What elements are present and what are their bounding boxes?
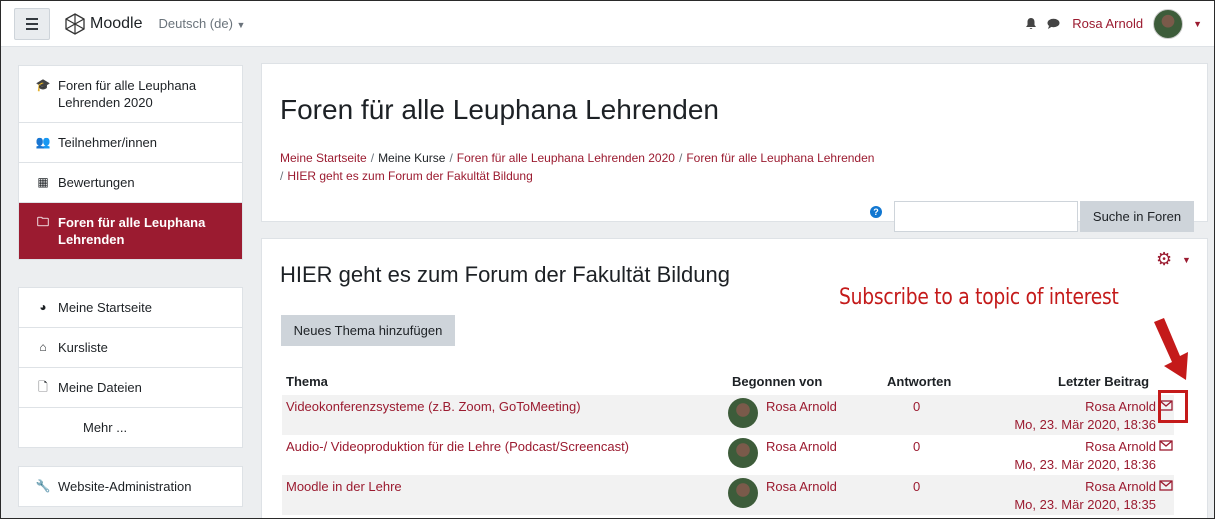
forum-search-input[interactable] — [894, 201, 1078, 232]
author-avatar[interactable] — [728, 438, 758, 468]
chevron-down-icon: ▼ — [236, 20, 246, 30]
sidebar-item-label: Mehr ... — [83, 420, 128, 435]
last-post-date[interactable]: Mo, 23. Mär 2020, 18:36 — [1014, 457, 1156, 472]
sidebar-course-nav: 🎓 Foren für alle Leuphana Lehrenden 2020… — [18, 65, 243, 260]
sidebar-item-participants[interactable]: 👥 Teilnehmer/innen — [19, 123, 242, 163]
sidebar-item-course[interactable]: 🎓 Foren für alle Leuphana Lehrenden 2020 — [19, 66, 242, 123]
moodle-logo[interactable]: Moodle — [64, 12, 143, 35]
sidebar-item-label: Meine Startseite — [58, 300, 152, 315]
sidebar-item-courses[interactable]: ⌂ Kursliste — [19, 328, 242, 368]
site-name: Moodle — [90, 14, 143, 32]
author-link[interactable]: Rosa Arnold — [766, 399, 837, 414]
home-icon: ⌂ — [39, 340, 47, 354]
author-link[interactable]: Rosa Arnold — [766, 439, 837, 454]
annotation-text: Subscribe to a topic of interest — [839, 285, 1119, 310]
sidebar-admin-nav: 🔧 Website-Administration — [18, 466, 243, 507]
dashboard-icon: ◕ — [39, 300, 47, 314]
search-forums-button[interactable]: Suche in Foren — [1080, 201, 1194, 232]
gear-icon[interactable]: ⚙ — [1156, 249, 1172, 270]
annotation-highlight-box — [1158, 390, 1188, 423]
breadcrumb-link[interactable]: Meine Startseite — [280, 151, 367, 165]
breadcrumb-link[interactable]: HIER geht es zum Forum der Fakultät Bild… — [287, 169, 532, 183]
table-row: Moodle in der Lehre Rosa Arnold 0 Rosa A… — [282, 475, 1174, 515]
sidebar-item-label: Teilnehmer/innen — [58, 135, 158, 150]
help-icon[interactable]: ? — [870, 206, 882, 218]
column-header-topic: Thema — [286, 374, 328, 389]
breadcrumb-text: Meine Kurse — [378, 151, 446, 165]
last-post-date[interactable]: Mo, 23. Mär 2020, 18:35 — [1014, 497, 1156, 512]
topic-link[interactable]: Videokonferenzsysteme (z.B. Zoom, GoToMe… — [286, 399, 581, 414]
page-title: Foren für alle Leuphana Lehrenden — [280, 94, 720, 125]
chat-bubble-icon[interactable] — [1047, 18, 1060, 30]
column-header-replies: Antworten — [887, 374, 952, 389]
wrench-icon: 🔧 — [35, 479, 51, 493]
page-header-card: Foren für alle Leuphana Lehrenden Meine … — [261, 63, 1208, 232]
column-header-started-by: Begonnen von — [732, 374, 823, 389]
last-post-date[interactable]: Mo, 23. Mär 2020, 18:36 — [1014, 417, 1156, 432]
author-link[interactable]: Rosa Arnold — [766, 479, 837, 494]
column-header-last-post: Letzter Beitrag — [1058, 374, 1150, 389]
sidebar-item-more[interactable]: Mehr ... — [19, 408, 242, 447]
sidebar-item-label: Foren für alle Leuphana Lehrenden 2020 — [58, 78, 197, 110]
subscribe-envelope-icon[interactable] — [1158, 437, 1174, 453]
user-name[interactable]: Rosa Arnold — [1072, 16, 1143, 31]
subscribe-envelope-icon[interactable] — [1158, 477, 1174, 493]
replies-count[interactable]: 0 — [913, 399, 920, 414]
top-navbar: Moodle Deutsch (de) ▼ Rosa Arnold ▼ — [1, 1, 1214, 47]
folder-icon: 🗀 — [36, 215, 49, 229]
file-icon: 🗋 — [38, 380, 48, 394]
bell-icon[interactable] — [1025, 17, 1037, 30]
last-post-author[interactable]: Rosa Arnold — [1085, 399, 1156, 414]
forum-card: HIER geht es zum Forum der Fakultät Bild… — [261, 238, 1208, 519]
sidebar-item-grades[interactable]: ▦ Bewertungen — [19, 163, 242, 203]
sidebar-item-label: Website-Administration — [58, 479, 192, 494]
graduation-cap-icon: 🎓 — [35, 78, 51, 92]
replies-count[interactable]: 0 — [913, 479, 920, 494]
moodle-logo-icon — [65, 12, 85, 35]
user-avatar[interactable] — [1153, 8, 1184, 39]
replies-count[interactable]: 0 — [913, 439, 920, 454]
author-avatar[interactable] — [728, 398, 758, 428]
last-post-author[interactable]: Rosa Arnold — [1085, 439, 1156, 454]
sidebar-item-label: Bewertungen — [58, 175, 135, 190]
user-menu-chevron-icon[interactable]: ▼ — [1193, 19, 1202, 29]
table-row: Audio-/ Videoproduktion für die Lehre (P… — [282, 435, 1174, 475]
author-avatar[interactable] — [728, 478, 758, 508]
sidebar-item-label: Kursliste — [58, 340, 108, 355]
breadcrumb-link[interactable]: Foren für alle Leuphana Lehrenden 2020 — [457, 151, 675, 165]
topic-link[interactable]: Audio-/ Videoproduktion für die Lehre (P… — [286, 439, 629, 454]
sidebar-item-dashboard[interactable]: ◕ Meine Startseite — [19, 288, 242, 328]
language-label: Deutsch (de) — [158, 16, 233, 31]
annotation-arrow-icon — [1154, 318, 1188, 380]
sidebar-item-files[interactable]: 🗋 Meine Dateien — [19, 368, 242, 408]
last-post-author[interactable]: Rosa Arnold — [1085, 479, 1156, 494]
users-icon: 👥 — [35, 135, 51, 149]
sidebar-site-nav: ◕ Meine Startseite ⌂ Kursliste 🗋 Meine D… — [18, 287, 243, 448]
chevron-down-icon[interactable]: ▼ — [1182, 255, 1191, 265]
table-icon: ▦ — [37, 175, 49, 189]
sidebar-item-site-admin[interactable]: 🔧 Website-Administration — [19, 467, 242, 506]
sidebar-item-label: Meine Dateien — [58, 380, 142, 395]
menu-toggle-button[interactable] — [14, 7, 50, 40]
sidebar-item-forums[interactable]: 🗀 Foren für alle Leuphana Lehrenden — [19, 203, 242, 259]
sidebar-item-label: Foren für alle Leuphana Lehrenden — [58, 215, 206, 247]
breadcrumb-link[interactable]: Foren für alle Leuphana Lehrenden — [686, 151, 874, 165]
topic-link[interactable]: Moodle in der Lehre — [286, 479, 402, 494]
forum-title: HIER geht es zum Forum der Fakultät Bild… — [280, 262, 730, 287]
table-row: Videokonferenzsysteme (z.B. Zoom, GoToMe… — [282, 395, 1174, 435]
add-topic-button[interactable]: Neues Thema hinzufügen — [281, 315, 455, 346]
language-selector[interactable]: Deutsch (de) ▼ — [158, 16, 245, 31]
breadcrumb: Meine Startseite / Meine Kurse / Foren für a… — [280, 151, 875, 183]
